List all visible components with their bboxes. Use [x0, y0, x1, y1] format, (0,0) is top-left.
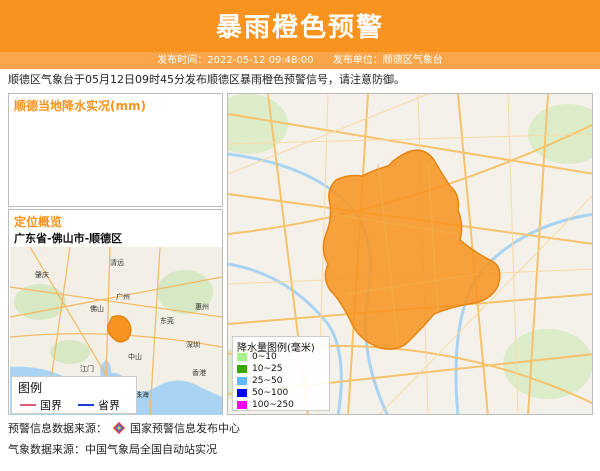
weather-source-line: 气象数据来源：中国气象局全国自动站实况 [8, 443, 217, 456]
rainfall-legend-item: 50~100 [237, 388, 288, 398]
rainfall-legend-swatch [237, 377, 247, 385]
rainfall-legend-swatch [237, 365, 247, 373]
rainfall-legend: 降水量图例(毫米) 0~10 10~25 25~50 50~100 100~25… [232, 336, 330, 411]
boundary-legend: 图例 国界 省界 [11, 376, 137, 414]
map-label-zhuhai: 珠海 [135, 390, 149, 399]
map-label-shenzhen: 深圳 [186, 340, 200, 349]
legend-provincial-border-label: 省界 [98, 399, 120, 412]
issue-time: 发布时间：2022-05-12 09:48:00 [157, 55, 314, 66]
national-border-swatch [20, 404, 36, 406]
warning-header: 暴雨橙色预警 [0, 0, 600, 52]
map-label-qingyuan: 清远 [110, 258, 124, 267]
provincial-border-swatch [78, 404, 94, 406]
page-title: 暴雨橙色预警 [215, 13, 384, 43]
location-panel-title: 定位概览 [14, 215, 63, 229]
legend-national-border: 国界 [20, 397, 62, 413]
issuer: 发布单位：顺德区气象台 [332, 55, 443, 66]
map-label-hongkong: 香港 [192, 368, 206, 377]
warning-notice: 顺德区气象台于05月12日09时45分发布顺德区暴雨橙色预警信号，请注意防御。 [8, 73, 405, 86]
map-label-zhongshan: 中山 [128, 352, 142, 361]
boundary-legend-title: 图例 [18, 381, 43, 395]
rainfall-panel-title: 顺德当地降水实况(mm) [14, 99, 146, 113]
legend-provincial-border: 省界 [78, 397, 120, 413]
location-overview-panel: 定位概览 广东省-佛山市-顺德区 广州 佛山 江门 中山 珠海 深圳 香港 肇庆… [8, 209, 223, 415]
map-label-guangzhou: 广州 [116, 292, 130, 301]
warning-center-logo-icon [112, 422, 125, 434]
rainfall-legend-item: 0~10 [237, 352, 277, 362]
rainfall-legend-label: 100~250 [252, 400, 294, 410]
rainfall-legend-label: 25~50 [252, 376, 283, 386]
issue-meta-bar: 发布时间：2022-05-12 09:48:00 发布单位：顺德区气象台 [0, 52, 600, 69]
rainfall-legend-label: 0~10 [252, 352, 277, 362]
map-label-dongguan: 东莞 [160, 316, 174, 325]
map-label-foshan: 佛山 [90, 304, 104, 313]
rainfall-legend-item: 10~25 [237, 364, 282, 374]
map-label-huizhou: 惠州 [195, 302, 209, 311]
rainfall-panel: 顺德当地降水实况(mm) [8, 93, 223, 207]
warning-source-label: 预警信息数据来源： [8, 422, 107, 435]
map-label-zhaoqing: 肇庆 [35, 270, 49, 279]
legend-national-border-label: 国界 [40, 399, 62, 412]
rainfall-legend-item: 100~250 [237, 400, 294, 410]
rainfall-legend-swatch [237, 353, 247, 361]
warning-source-org[interactable]: 国家预警信息发布中心 [130, 422, 240, 435]
warning-source-line: 预警信息数据来源： 国家预警信息发布中心 [8, 420, 240, 436]
rainfall-legend-item: 25~50 [237, 376, 282, 386]
rainfall-legend-label: 10~25 [252, 364, 283, 374]
rainfall-legend-swatch [237, 401, 247, 409]
rainfall-legend-label: 50~100 [252, 388, 289, 398]
location-path: 广东省-佛山市-顺德区 [14, 232, 123, 245]
map-label-jiangmen: 江门 [80, 364, 94, 373]
rainfall-legend-swatch [237, 389, 247, 397]
